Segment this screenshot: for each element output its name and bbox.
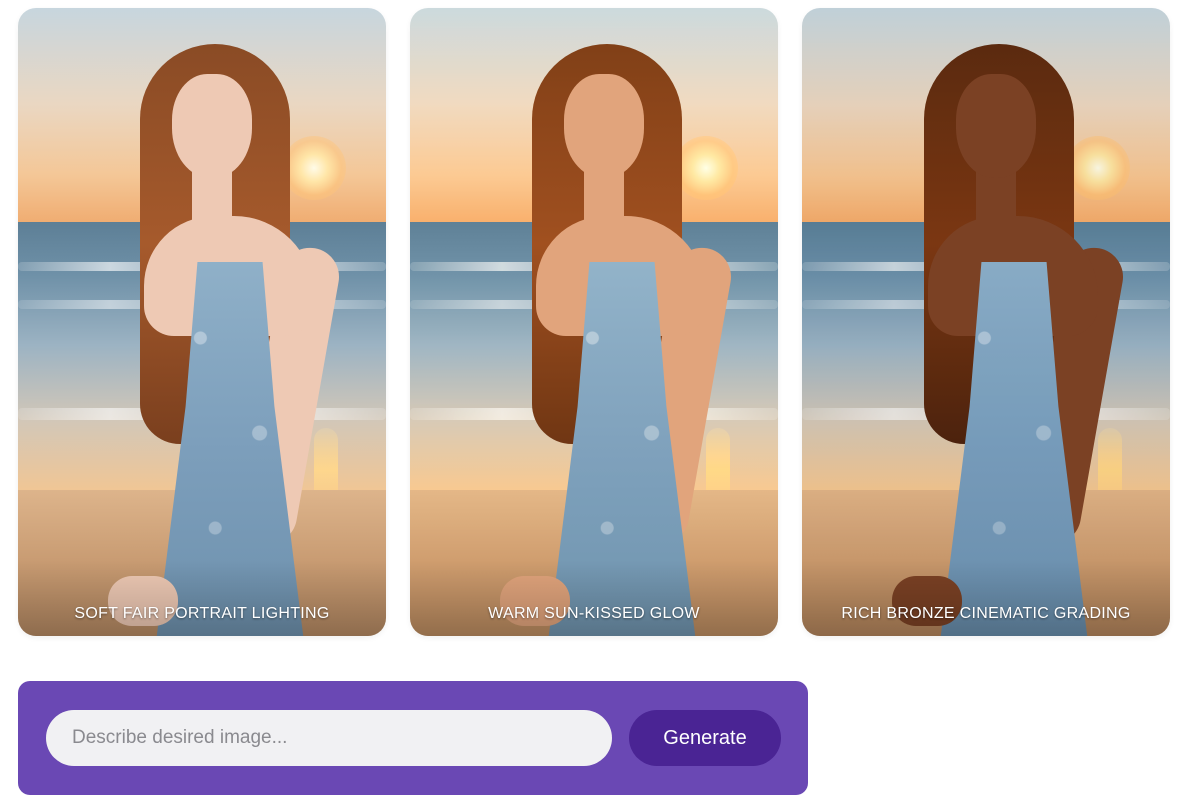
person-figure: [852, 36, 1128, 636]
image-card-warm[interactable]: WARM SUN-KISSED GLOW: [410, 8, 778, 636]
card-caption: SOFT FAIR PORTRAIT LIGHTING: [18, 560, 386, 636]
prompt-panel: Generate: [18, 681, 808, 795]
person-figure: [68, 36, 344, 636]
image-card-fair[interactable]: SOFT FAIR PORTRAIT LIGHTING: [18, 8, 386, 636]
image-card-bronze[interactable]: RICH BRONZE CINEMATIC GRADING: [802, 8, 1170, 636]
generate-button[interactable]: Generate: [629, 710, 781, 766]
portrait-image: [410, 8, 778, 636]
card-caption: RICH BRONZE CINEMATIC GRADING: [802, 560, 1170, 636]
card-caption: WARM SUN-KISSED GLOW: [410, 560, 778, 636]
prompt-input[interactable]: [46, 710, 612, 766]
person-figure: [460, 36, 736, 636]
portrait-image: [802, 8, 1170, 636]
portrait-image: [18, 8, 386, 636]
